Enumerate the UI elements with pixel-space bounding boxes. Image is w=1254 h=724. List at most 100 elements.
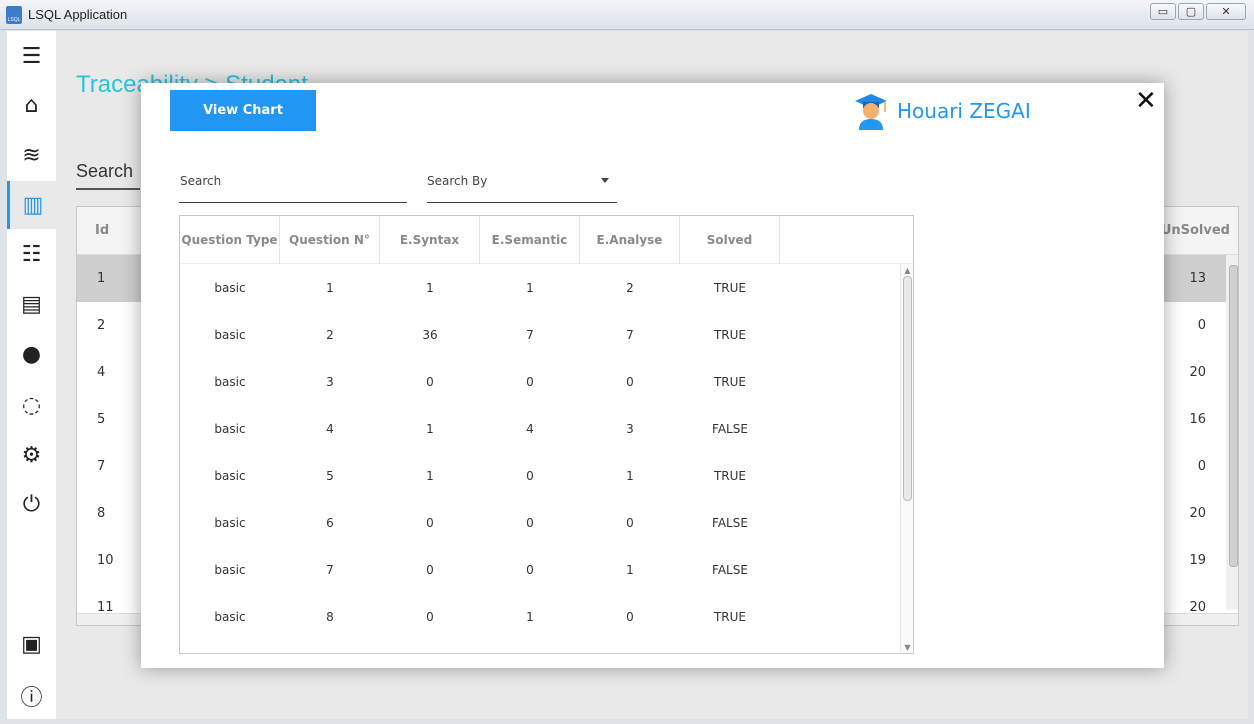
view-chart-button[interactable]: View Chart: [170, 90, 316, 131]
cell-solved: TRUE: [713, 327, 747, 342]
scrollbar-thumb[interactable]: [903, 276, 912, 501]
users-icon: ●: [21, 341, 42, 367]
background-search-label: Search: [76, 161, 140, 190]
cell-e-semantic: 0: [526, 468, 534, 483]
table-row[interactable]: basic 8 0 1 0 TRUE: [180, 593, 900, 640]
menu-icon: ☰: [21, 43, 42, 69]
graduate-avatar-icon: [853, 92, 889, 130]
minimize-button[interactable]: ▭: [1150, 3, 1176, 20]
minimize-icon: ▭: [1157, 5, 1169, 18]
cell-question-type: basic: [214, 609, 246, 624]
row-unsolved: 19: [1189, 553, 1206, 568]
cell-e-syntax: 1: [426, 468, 434, 483]
question-table-scrollbar[interactable]: ▲ ▼: [900, 264, 913, 653]
cell-solved: TRUE: [713, 468, 747, 483]
cell-e-analyse: 1: [626, 468, 634, 483]
cell-solved: TRUE: [713, 374, 747, 389]
dialog-close-button[interactable]: ✕: [1135, 88, 1157, 114]
row-id: 8: [97, 506, 106, 521]
cell-question-type: basic: [214, 280, 246, 295]
cell-e-analyse: 0: [626, 515, 634, 530]
cell-e-analyse: 7: [626, 327, 634, 342]
column-header-e-analyse[interactable]: E.Analyse: [580, 216, 680, 264]
row-unsolved: 20: [1189, 600, 1206, 614]
clipboard-icon: ▤: [21, 291, 42, 317]
cell-e-semantic: 4: [526, 421, 534, 436]
sidebar-item-settings[interactable]: ⚙: [7, 435, 56, 475]
sidebar-item-logout[interactable]: ⏻: [7, 484, 56, 524]
sidebar-item-display[interactable]: ▣: [7, 624, 56, 664]
sidebar-item-clipboard[interactable]: ▤: [7, 284, 56, 324]
cell-solved: FALSE: [712, 515, 748, 530]
window-titlebar: LSQL Application ▭ ▢ ✕: [0, 0, 1254, 30]
sidebar-item-chat[interactable]: ◌: [7, 385, 56, 425]
home-icon: ⌂: [24, 92, 39, 118]
sidebar-item-menu[interactable]: ☰: [7, 36, 56, 76]
cell-solved: TRUE: [713, 609, 747, 624]
app-logo-icon: [6, 6, 22, 24]
power-icon: ⏻: [22, 491, 41, 517]
cell-question-type: basic: [214, 562, 246, 577]
cell-e-semantic: 0: [526, 562, 534, 577]
row-id: 1: [97, 271, 106, 286]
close-icon: ✕: [1135, 86, 1157, 116]
cell-question-number: 7: [326, 562, 334, 577]
column-header-id: Id: [95, 223, 110, 238]
sidebar-item-home[interactable]: ⌂: [7, 85, 56, 125]
column-header-e-semantic[interactable]: E.Semantic: [480, 216, 580, 264]
student-table-vertical-scrollbar[interactable]: [1226, 255, 1238, 610]
sidebar: ☰ ⌂ ≋ ▥ ☷ ▤ ● ◌ ⚙ ⏻ ▣ ⓘ: [7, 31, 56, 719]
column-header-question-number[interactable]: Question N°: [280, 216, 380, 264]
cell-e-syntax: 1: [426, 421, 434, 436]
maximize-button[interactable]: ▢: [1178, 3, 1204, 20]
cell-e-syntax: 0: [426, 374, 434, 389]
table-row[interactable]: basic 4 1 4 3 FALSE: [180, 405, 900, 452]
table-row[interactable]: basic 6 0 0 0 FALSE: [180, 499, 900, 546]
table-row[interactable]: basic 5 1 0 1 TRUE: [180, 452, 900, 499]
row-unsolved: 20: [1189, 506, 1206, 521]
sidebar-item-traceability[interactable]: ▥: [7, 181, 56, 229]
column-header-e-syntax[interactable]: E.Syntax: [380, 216, 480, 264]
cell-question-number: 5: [326, 468, 334, 483]
cell-question-number: 6: [326, 515, 334, 530]
cell-question-type: basic: [214, 374, 246, 389]
sidebar-item-checklist[interactable]: ☷: [7, 234, 56, 274]
row-id: 4: [97, 365, 106, 380]
scroll-down-icon[interactable]: ▼: [901, 641, 913, 653]
table-row[interactable]: basic 1 1 1 2 TRUE: [180, 264, 900, 311]
cell-e-analyse: 0: [626, 374, 634, 389]
row-id: 5: [97, 412, 106, 427]
search-by-label: Search By: [427, 174, 488, 188]
display-icon: ▣: [21, 631, 42, 657]
chevron-down-icon: [601, 178, 609, 183]
sidebar-item-users[interactable]: ●: [7, 334, 56, 374]
search-field[interactable]: [179, 162, 407, 203]
sidebar-item-network[interactable]: ≋: [7, 135, 56, 175]
row-unsolved: 0: [1197, 459, 1206, 474]
window-controls: ▭ ▢ ✕: [1150, 3, 1246, 20]
row-id: 7: [97, 459, 106, 474]
maximize-icon: ▢: [1185, 5, 1197, 18]
cell-question-number: 2: [326, 327, 334, 342]
table-row[interactable]: basic 7 0 0 1 FALSE: [180, 546, 900, 593]
cell-question-type: basic: [214, 468, 246, 483]
cell-e-semantic: 0: [526, 515, 534, 530]
table-row[interactable]: basic 3 0 0 0 TRUE: [180, 358, 900, 405]
cell-e-semantic: 1: [526, 609, 534, 624]
cell-solved: TRUE: [713, 280, 747, 295]
column-header-question-type[interactable]: Question Type: [180, 216, 280, 264]
user-name: Houari ZEGAI: [897, 99, 1031, 123]
window-close-button[interactable]: ✕: [1206, 3, 1246, 20]
column-header-solved[interactable]: Solved: [680, 216, 780, 264]
cell-e-analyse: 0: [626, 609, 634, 624]
cell-e-syntax: 0: [426, 562, 434, 577]
cell-question-number: 1: [326, 280, 334, 295]
search-input[interactable]: [179, 162, 407, 188]
search-by-dropdown[interactable]: Search By: [427, 162, 617, 203]
table-row[interactable]: basic 2 36 7 7 TRUE: [180, 311, 900, 358]
scroll-up-icon[interactable]: ▲: [901, 264, 913, 276]
sidebar-item-info[interactable]: ⓘ: [7, 676, 56, 716]
cell-e-semantic: 1: [526, 280, 534, 295]
cell-e-semantic: 7: [526, 327, 534, 342]
row-id: 10: [97, 553, 114, 568]
